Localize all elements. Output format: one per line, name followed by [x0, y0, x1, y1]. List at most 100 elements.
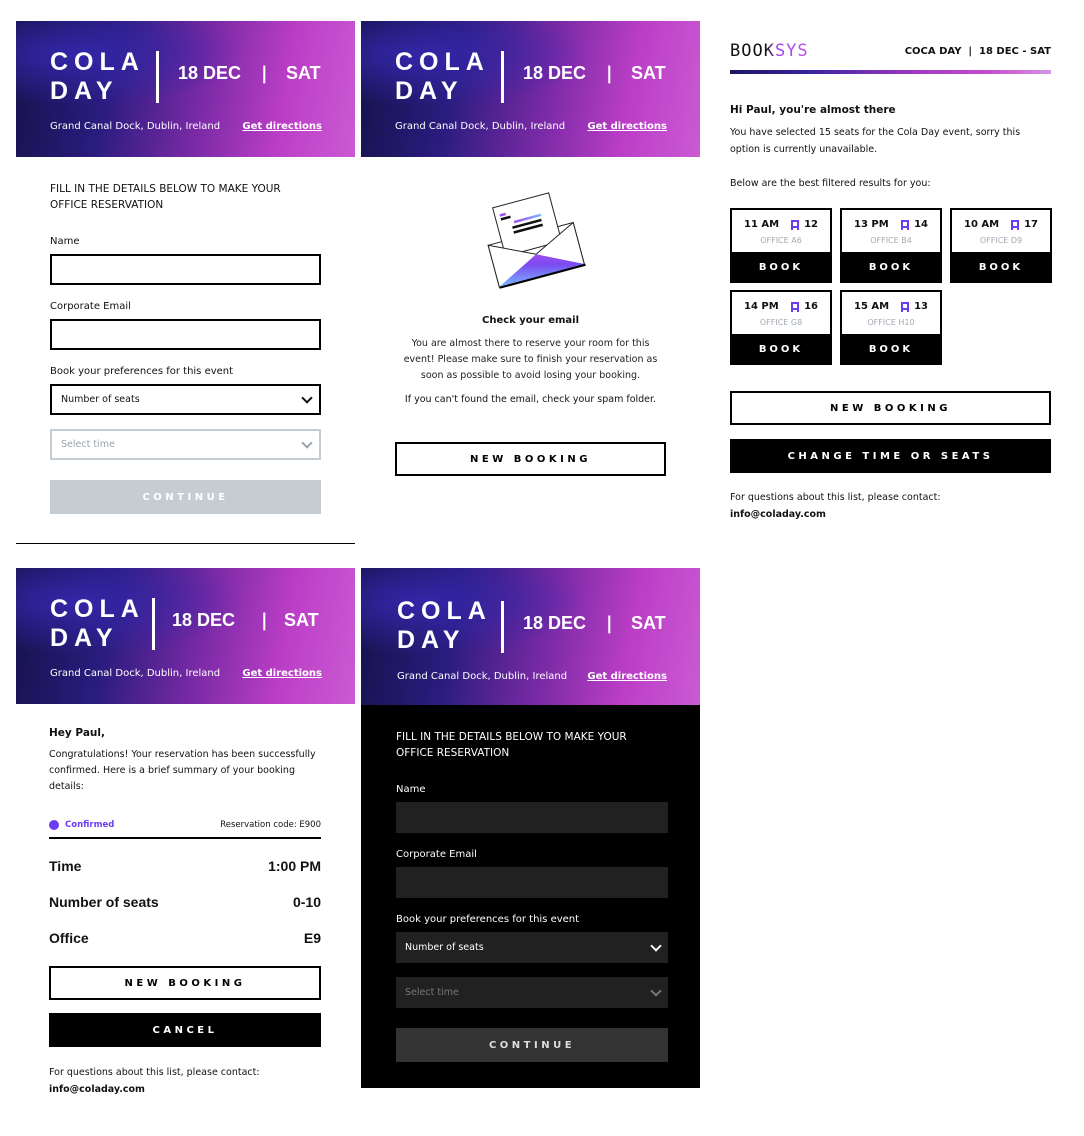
check-email-body: You are almost there to reserve your roo… — [403, 338, 658, 381]
contact-email[interactable]: info@coladay.com — [730, 509, 1051, 520]
get-directions-link[interactable]: Get directions — [242, 121, 322, 132]
title-line: COLA — [50, 48, 145, 76]
seats-select-value: Number of seats — [61, 394, 140, 405]
status-badge: Confirmed — [65, 820, 115, 830]
result-office: OFFICE B4 — [870, 236, 912, 245]
event-day: SAT — [631, 63, 666, 83]
chevron-down-icon — [301, 436, 313, 449]
divider — [501, 601, 504, 653]
contact-email[interactable]: info@coladay.com — [49, 1084, 321, 1095]
greeting: Hi Paul, you're almost there — [730, 104, 896, 116]
event-day: SAT — [286, 63, 321, 83]
contact-text: For questions about this list, please co… — [49, 1067, 260, 1078]
get-directions-link[interactable]: Get directions — [587, 671, 667, 682]
book-button[interactable]: BOOK — [732, 334, 830, 365]
seats-select[interactable]: Number of seats — [50, 384, 321, 415]
new-booking-button[interactable]: NEW BOOKING — [49, 966, 321, 1000]
new-booking-button[interactable]: NEW BOOKING — [395, 442, 666, 476]
separator: | — [606, 613, 613, 634]
time-select[interactable]: Select time — [396, 977, 668, 1008]
summary-label: Number of seats — [49, 894, 159, 910]
email-label: Corporate Email — [50, 301, 131, 312]
chair-icon — [901, 301, 910, 312]
summary-value: 1:00 PM — [268, 858, 321, 874]
seat-count: 12 — [804, 219, 818, 230]
change-time-seats-button[interactable]: CHANGE TIME OR SEATS — [730, 439, 1051, 473]
result-seats: 14 — [901, 219, 928, 230]
result-card: 11 AM 12 OFFICE A6 BOOK — [730, 208, 832, 283]
alternative-results-panel: BOOKSYS COCA DAY | 18 DEC - SAT Hi Paul,… — [730, 40, 1052, 520]
chevron-down-icon — [301, 391, 313, 404]
title-line: DAY — [50, 77, 119, 105]
get-directions-link[interactable]: Get directions — [242, 668, 322, 679]
event-date: 18 DEC — [172, 610, 236, 630]
new-booking-button[interactable]: NEW BOOKING — [730, 391, 1051, 425]
reservation-form-panel: COLA DAY 18 DEC | SAT Grand Canal Dock, D… — [16, 21, 355, 514]
results-intro: Below are the best filtered results for … — [730, 178, 931, 189]
chevron-down-icon — [650, 939, 662, 952]
seats-select[interactable]: Number of seats — [396, 932, 668, 963]
seat-count: 13 — [914, 301, 928, 312]
continue-button[interactable]: CONTINUE — [50, 480, 321, 514]
result-office: OFFICE G8 — [759, 318, 803, 327]
book-button[interactable]: BOOK — [842, 334, 940, 365]
book-button[interactable]: BOOK — [952, 252, 1050, 283]
contact-text: For questions about this list, please co… — [730, 492, 941, 503]
book-button[interactable]: BOOK — [842, 252, 940, 283]
name-input[interactable] — [396, 802, 668, 833]
get-directions-link[interactable]: Get directions — [587, 121, 667, 132]
result-office: OFFICE H10 — [867, 318, 915, 327]
email-label: Corporate Email — [396, 849, 477, 860]
book-button[interactable]: BOOK — [732, 252, 830, 283]
cancel-button[interactable]: CANCEL — [49, 1013, 321, 1047]
result-seats: 17 — [1011, 219, 1038, 230]
summary-row: Number of seats 0-10 — [49, 894, 321, 910]
event-banner: COLA DAY 18 DEC | SAT Grand Canal Dock, D… — [361, 21, 700, 157]
gradient-bar — [730, 70, 1051, 74]
summary-row: Time 1:00 PM — [49, 858, 321, 874]
booksys-logo: BOOKSYS — [730, 41, 809, 61]
preferences-label: Book your preferences for this event — [50, 366, 234, 377]
form-heading: FILL IN THE DETAILS BELOW TO MAKE YOUR O… — [396, 731, 627, 759]
preferences-label: Book your preferences for this event — [396, 914, 580, 925]
seats-select-value: Number of seats — [405, 942, 484, 953]
time-select[interactable]: Select time — [50, 429, 321, 460]
summary-row: Office E9 — [49, 930, 321, 946]
event-banner: COLA DAY 18 DEC | SAT Grand Canal Dock, D… — [361, 568, 700, 705]
result-time: 14 PM — [744, 301, 779, 312]
event-address: Grand Canal Dock, Dublin, Ireland — [395, 121, 566, 132]
summary-divider — [49, 837, 321, 839]
time-select-placeholder: Select time — [61, 439, 115, 450]
greeting: Hey Paul, — [49, 727, 105, 739]
result-seats: 13 — [901, 301, 928, 312]
form-heading: FILL IN THE DETAILS BELOW TO MAKE YOUR O… — [50, 183, 281, 211]
result-card: 14 PM 16 OFFICE G8 BOOK — [730, 290, 832, 365]
result-office: OFFICE D9 — [979, 236, 1023, 245]
result-seats: 12 — [791, 219, 818, 230]
event-banner: COLA DAY 18 DEC | SAT Grand Canal Dock, D… — [16, 21, 355, 157]
unavailable-message: You have selected 15 seats for the Cola … — [730, 127, 1021, 155]
check-email-title: Check your email — [481, 315, 580, 326]
email-input[interactable] — [50, 319, 321, 350]
chair-icon — [791, 301, 800, 312]
name-input[interactable] — [50, 254, 321, 285]
result-card: 10 AM 17 OFFICE D9 BOOK — [950, 208, 1052, 283]
event-date: 18 DEC — [178, 63, 242, 83]
title-line: DAY — [397, 626, 466, 654]
result-time: 13 PM — [854, 219, 889, 230]
title-line: COLA — [395, 48, 490, 76]
event-title: COLA DAY — [395, 48, 490, 106]
email-input[interactable] — [396, 867, 668, 898]
chair-icon — [901, 219, 910, 230]
chevron-down-icon — [650, 984, 662, 997]
chair-icon — [1011, 219, 1020, 230]
check-email-panel: COLA DAY 18 DEC | SAT Grand Canal Dock, D… — [361, 21, 700, 476]
continue-button[interactable]: CONTINUE — [396, 1028, 668, 1062]
chair-icon — [791, 219, 800, 230]
event-day: SAT — [284, 610, 319, 630]
separator: | — [261, 63, 268, 84]
summary-label: Office — [49, 930, 89, 946]
event-title: COLA DAY — [397, 597, 492, 655]
event-day: SAT — [631, 613, 666, 633]
event-address: Grand Canal Dock, Dublin, Ireland — [50, 121, 221, 132]
